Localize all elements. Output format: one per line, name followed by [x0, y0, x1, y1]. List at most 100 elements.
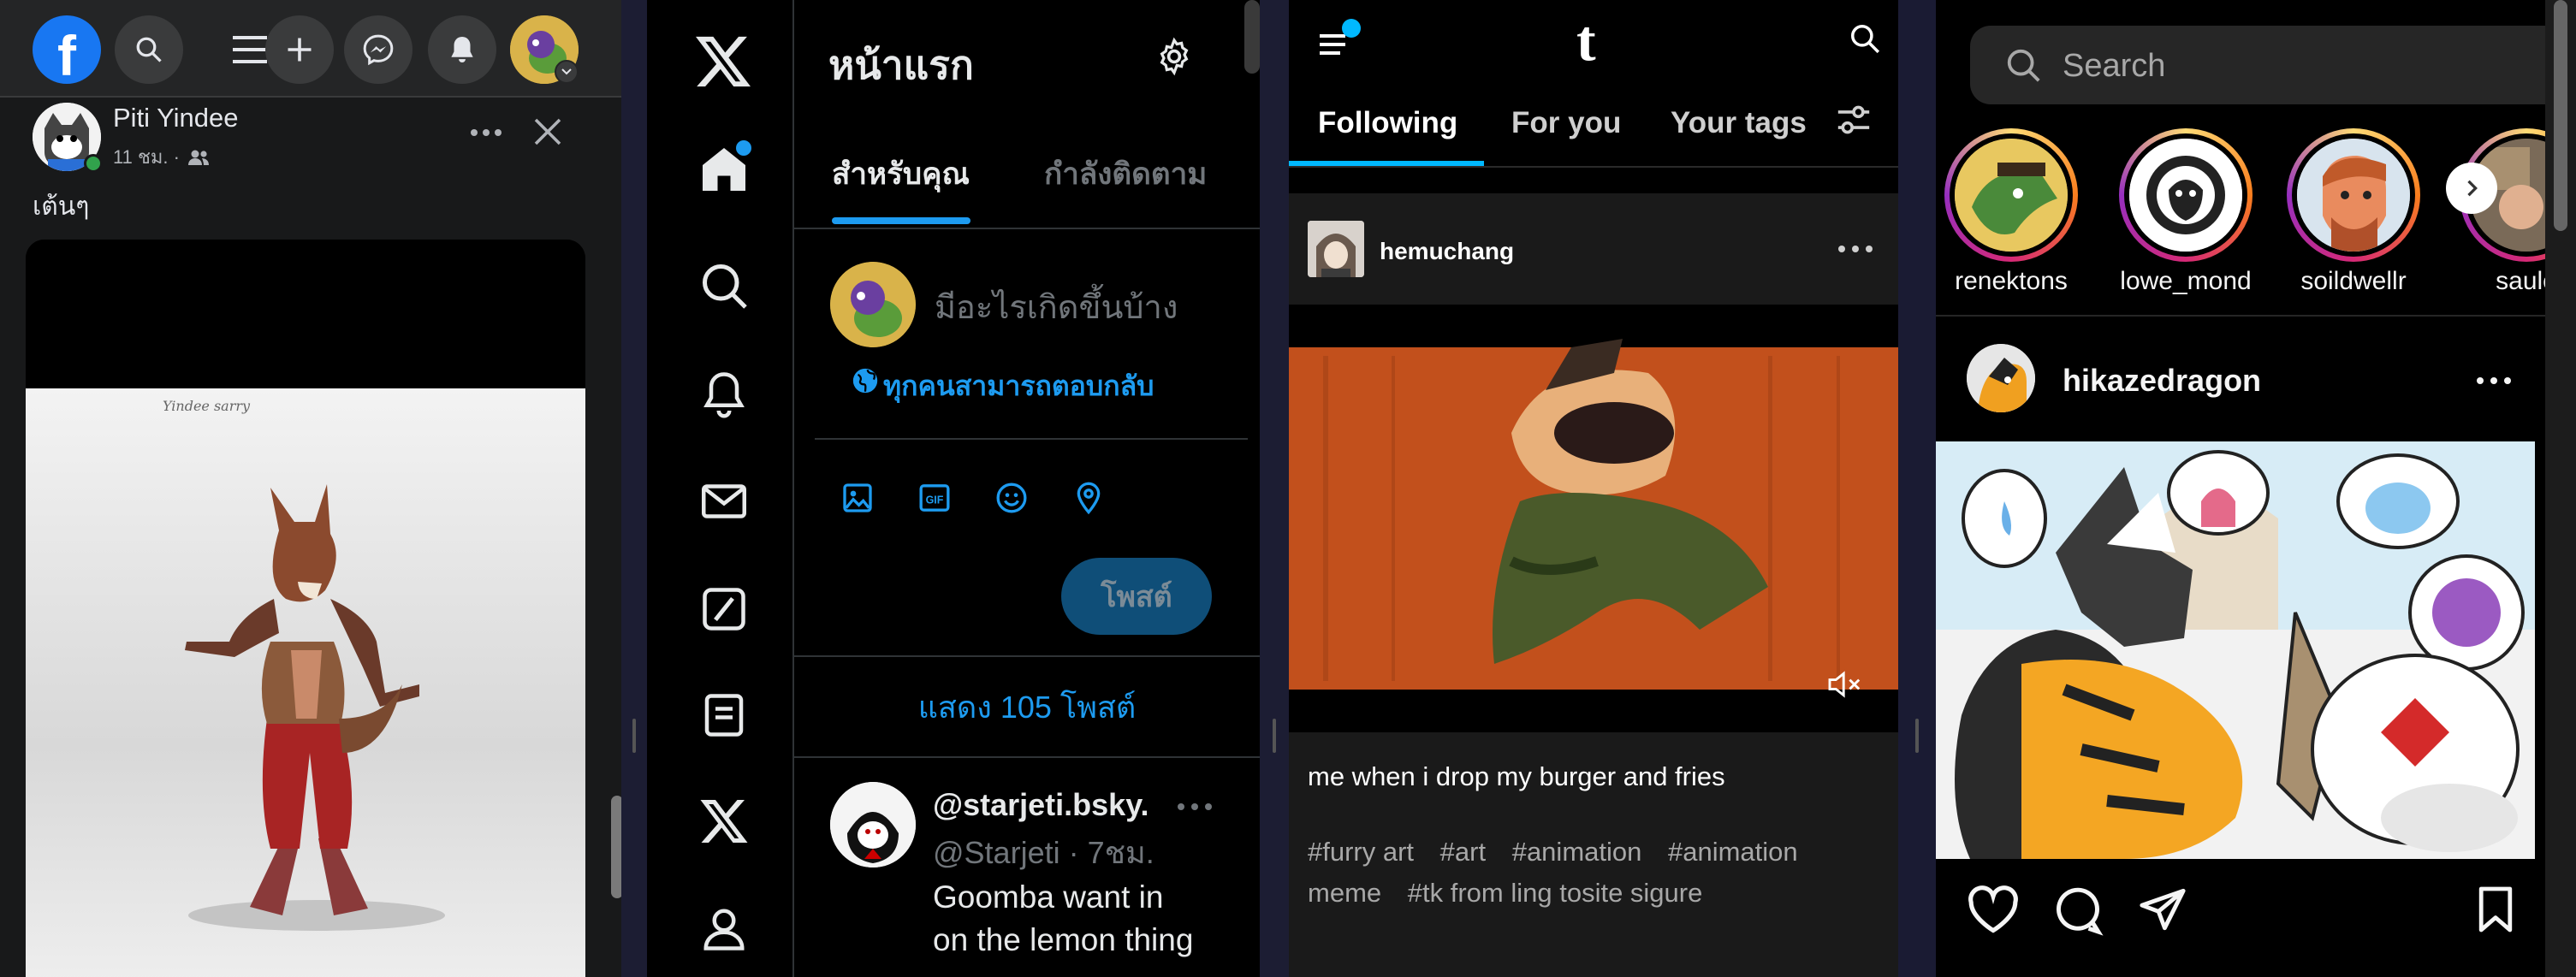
tag-link[interactable]: #furry art — [1308, 837, 1414, 867]
tweet-text-line: Goomba want in — [933, 879, 1164, 915]
tag-link[interactable]: #tk from ling tosite sigure — [1408, 878, 1703, 908]
post-more-icon[interactable] — [1837, 245, 1874, 253]
post-image[interactable]: Yindee sarry — [26, 240, 585, 977]
pane-resize-handle[interactable] — [1915, 719, 1919, 753]
tumblr-pane: t Following For you Your tags hemuchang — [1289, 0, 1898, 977]
tab-for-you[interactable]: For you — [1511, 106, 1621, 140]
post-tags: #furry art #art #animation #animation me… — [1308, 832, 1890, 914]
gif-icon[interactable]: GIF — [917, 481, 952, 515]
tweet-text-line: on the lemon thing — [933, 922, 1194, 957]
post-time[interactable]: 11 ชม. · — [113, 142, 180, 172]
profile-icon[interactable] — [698, 903, 750, 955]
post-more-icon[interactable] — [2475, 376, 2513, 385]
x-pane: หน้าแรก สำหรับคุณ กำลังติดตาม มีอะไรเกิด… — [647, 0, 1260, 977]
search-icon[interactable] — [115, 15, 183, 84]
save-bookmark-icon[interactable] — [2475, 885, 2516, 934]
post-image[interactable] — [1936, 441, 2535, 859]
tweet-display-name[interactable]: @starjeti.bsky. — [933, 787, 1149, 823]
svg-text:Yindee sarry: Yindee sarry — [163, 398, 251, 414]
tab-active-indicator — [832, 217, 970, 224]
search-icon[interactable] — [1849, 22, 1881, 55]
facebook-logo-icon[interactable]: f — [33, 15, 101, 84]
like-heart-icon[interactable] — [1967, 885, 2020, 934]
story-avatar — [2297, 139, 2410, 252]
location-icon[interactable] — [1071, 481, 1106, 515]
comment-icon[interactable] — [2052, 885, 2104, 936]
story-username[interactable]: renektons — [1936, 267, 2088, 296]
stories-next-chevron-icon[interactable] — [2446, 163, 2497, 214]
grok-icon[interactable] — [698, 583, 750, 635]
search-placeholder: Search — [2063, 48, 2166, 84]
filter-sliders-icon[interactable] — [1835, 103, 1873, 137]
facebook-pane: f Piti Yindee 11 ชม. · เต้นๆ Yindee sarr… — [0, 0, 621, 977]
story-ring[interactable] — [2287, 128, 2420, 262]
create-icon[interactable] — [265, 15, 334, 84]
pane-resize-handle[interactable] — [1273, 719, 1276, 753]
settings-gear-icon[interactable] — [1154, 36, 1195, 77]
tab-following[interactable]: กำลังติดตาม — [1044, 151, 1207, 198]
x-logo-icon[interactable] — [693, 34, 753, 89]
post-more-options-icon[interactable] — [469, 128, 503, 137]
header-divider — [794, 228, 1260, 229]
notifications-icon[interactable] — [698, 368, 750, 419]
pane-divider[interactable] — [1898, 0, 1936, 977]
pane-divider[interactable] — [1260, 0, 1289, 977]
svg-text:GIF: GIF — [926, 494, 944, 506]
tumblr-logo-icon[interactable]: t — [1576, 7, 1596, 74]
notifications-bell-icon[interactable] — [428, 15, 496, 84]
post-author-name[interactable]: hemuchang — [1380, 238, 1514, 265]
lists-icon[interactable] — [698, 690, 750, 741]
instagram-pane: Search renektons lowe_mond soildwellr sa… — [1936, 0, 2576, 977]
tab-following[interactable]: Following — [1318, 106, 1457, 140]
close-icon[interactable] — [532, 116, 563, 147]
tag-link[interactable]: #animation — [1512, 837, 1642, 867]
story-ring[interactable] — [1944, 128, 2078, 262]
scrollbar[interactable] — [1244, 0, 1260, 74]
post-button[interactable]: โพสต์ — [1061, 558, 1212, 635]
author-avatar[interactable] — [1308, 221, 1364, 277]
tab-your-tags[interactable]: Your tags — [1671, 106, 1807, 140]
search-input[interactable] — [1970, 26, 2569, 104]
tweet-text: Goomba want in on the lemon thing — [933, 876, 1258, 962]
post-author-avatar[interactable] — [1967, 344, 2035, 412]
story-username[interactable]: lowe_mond — [2109, 267, 2263, 296]
composer-divider — [815, 438, 1248, 440]
compose-input[interactable]: มีอะไรเกิดขึ้นบ้าง — [935, 281, 1178, 333]
share-send-icon[interactable] — [2138, 885, 2187, 934]
globe-icon — [851, 366, 880, 395]
emoji-icon[interactable] — [994, 481, 1029, 515]
scrollbar-thumb[interactable] — [2554, 0, 2567, 231]
tab-for-you[interactable]: สำหรับคุณ — [832, 151, 970, 198]
tag-link[interactable]: #art — [1440, 837, 1486, 867]
composer-avatar[interactable] — [830, 262, 916, 347]
mute-icon[interactable] — [1826, 669, 1864, 700]
story-username[interactable]: soildwellr — [2276, 267, 2431, 296]
post-author-name[interactable]: Piti Yindee — [113, 103, 239, 133]
explore-search-icon[interactable] — [698, 260, 750, 311]
messages-icon[interactable] — [698, 476, 750, 527]
post-author-name[interactable]: hikazedragon — [2063, 363, 2261, 399]
tweet-handle-time[interactable]: @Starjeti · 7ชม. — [933, 828, 1154, 877]
story-ring[interactable] — [2119, 128, 2253, 262]
chevron-down-icon[interactable] — [555, 60, 579, 84]
show-new-posts-button[interactable]: แสดง 105 โพสต์ — [794, 655, 1260, 758]
tweet-author-avatar[interactable] — [830, 782, 916, 867]
post-text: me when i drop my burger and fries — [1308, 761, 1725, 791]
search-icon — [2004, 46, 2044, 86]
messenger-icon[interactable] — [344, 15, 413, 84]
premium-x-icon[interactable] — [698, 797, 750, 845]
media-icon[interactable] — [840, 481, 875, 515]
pane-resize-handle[interactable] — [632, 719, 636, 753]
stories-divider — [1936, 315, 2545, 317]
reply-setting-button[interactable]: ทุกคนสามารถตอบกลับ — [883, 364, 1154, 408]
page-title: หน้าแรก — [828, 43, 974, 87]
post-video[interactable] — [1289, 305, 1898, 732]
tab-active-indicator — [1289, 161, 1484, 166]
online-status-dot — [84, 154, 103, 173]
tweet-more-icon[interactable] — [1176, 802, 1214, 811]
story-avatar — [1955, 139, 2068, 252]
pane-divider[interactable] — [621, 0, 647, 977]
menu-icon[interactable] — [231, 33, 269, 67]
post-meta: 11 ชม. · — [113, 142, 211, 172]
scrollbar[interactable] — [611, 796, 621, 898]
